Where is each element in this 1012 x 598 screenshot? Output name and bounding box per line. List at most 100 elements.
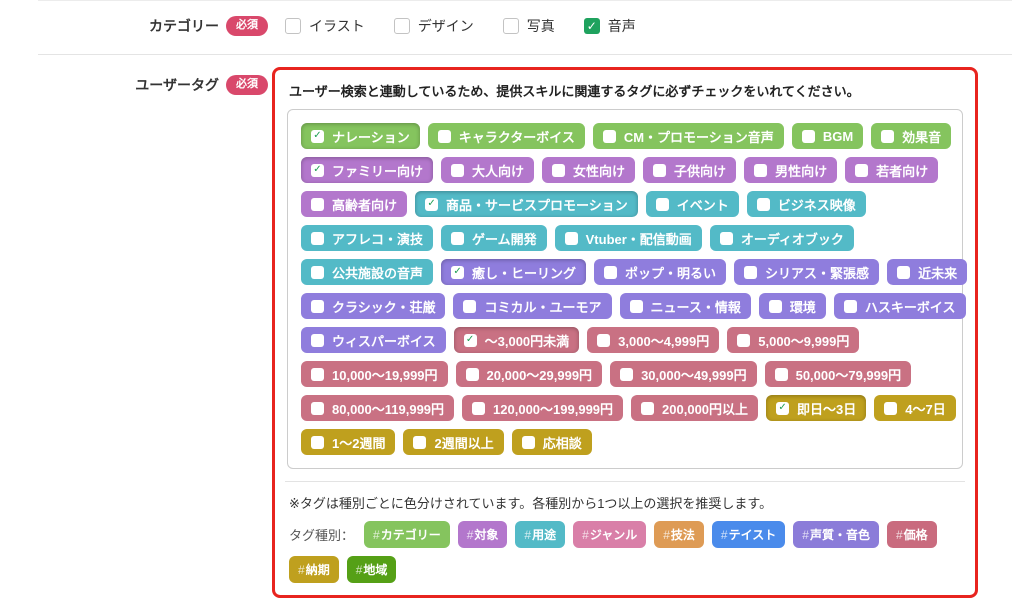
user-tag-panel: ユーザー検索と連動しているため、提供スキルに関連するタグに必ずチェックをいれてく… bbox=[272, 67, 978, 598]
user-tag[interactable]: 30,000～49,999円 bbox=[610, 361, 757, 387]
category-option[interactable]: ✓ 音声 bbox=[583, 16, 636, 36]
user-tag[interactable]: 子供向け bbox=[643, 157, 737, 183]
tag-checkbox-icon bbox=[756, 197, 770, 211]
user-tag[interactable]: 120,000～199,999円 bbox=[462, 395, 624, 421]
user-tag[interactable]: 3,000～4,999円 bbox=[587, 327, 720, 353]
tag-checkbox-icon bbox=[451, 163, 465, 177]
user-tag[interactable]: ウィスパーボイス bbox=[301, 327, 446, 353]
user-tag[interactable]: 公共施設の音声 bbox=[301, 259, 434, 285]
hash-icon: # bbox=[355, 562, 363, 577]
user-tag-label: BGM bbox=[822, 128, 854, 144]
tag-checkbox-icon bbox=[641, 401, 655, 415]
user-tag-label: ポップ・明るい bbox=[625, 265, 717, 281]
user-tag[interactable]: 10,000～19,999円 bbox=[301, 361, 448, 387]
tag-checkbox-icon bbox=[620, 367, 634, 381]
user-tag[interactable]: オーディオブック bbox=[709, 225, 854, 251]
user-tag-label: オーディオブック bbox=[740, 231, 844, 247]
tag-type-chip: # 地域 bbox=[346, 556, 397, 583]
user-tag-label: 即日～3日 bbox=[797, 401, 857, 417]
user-tag[interactable]: BGM bbox=[791, 123, 864, 149]
user-tag[interactable]: 高齢者向け bbox=[301, 191, 408, 217]
user-tag[interactable]: ゲーム開発 bbox=[441, 225, 547, 251]
tag-checkbox-icon bbox=[754, 163, 768, 177]
user-tag[interactable]: 5,000～9,999円 bbox=[727, 327, 860, 353]
hash-icon: # bbox=[524, 527, 532, 542]
user-tag[interactable]: ✓ ナレーション bbox=[301, 123, 420, 149]
user-tag-label: ファミリー向け bbox=[332, 163, 424, 179]
tag-row: 80,000～119,999円 120,000～199,999円 200,000円以… bbox=[301, 395, 956, 421]
user-tag[interactable]: イベント bbox=[645, 191, 739, 217]
tag-checkbox-icon bbox=[629, 299, 643, 313]
user-tag[interactable]: 効果音 bbox=[871, 123, 952, 149]
user-tag[interactable]: ビジネス映像 bbox=[746, 191, 866, 217]
user-tag[interactable]: ハスキーボイス bbox=[833, 293, 966, 319]
tag-checkbox-icon bbox=[602, 129, 616, 143]
user-tag[interactable]: 大人向け bbox=[441, 157, 535, 183]
user-tag[interactable]: 4～7日 bbox=[874, 395, 956, 421]
user-tag-label-cell: ユーザータグ 必須 bbox=[38, 67, 268, 95]
tag-checkbox-icon bbox=[311, 197, 324, 211]
user-tag[interactable]: 80,000～119,999円 bbox=[301, 395, 455, 421]
user-tag-label: イベント bbox=[676, 197, 729, 213]
tag-checkbox-icon bbox=[855, 163, 869, 177]
user-tag-label: 癒し・ヒーリング bbox=[472, 265, 577, 281]
tag-row: 高齢者向け ✓ 商品・サービスプロモーション イベント ビジネス映像 bbox=[301, 191, 949, 217]
user-tag[interactable]: ✓ 癒し・ヒーリング bbox=[441, 259, 587, 285]
tag-checkbox-icon bbox=[521, 435, 535, 449]
tag-checkbox-icon bbox=[653, 163, 667, 177]
user-tag-label: ～3,000円未満 bbox=[484, 333, 570, 349]
instruction-text: ユーザー検索と連動しているため、提供スキルに関連するタグに必ずチェックをいれてく… bbox=[289, 84, 860, 99]
checkbox-icon bbox=[393, 18, 410, 34]
tag-checkbox-icon bbox=[843, 299, 857, 313]
category-label: カテゴリー bbox=[149, 18, 219, 34]
user-tag[interactable]: ✓ ～3,000円未満 bbox=[453, 327, 580, 353]
user-tag[interactable]: ポップ・明るい bbox=[594, 259, 727, 285]
tag-checkbox-icon bbox=[311, 435, 324, 449]
user-tag-label: 若者向け bbox=[876, 163, 929, 179]
user-tag[interactable]: ✓ ファミリー向け bbox=[301, 157, 434, 183]
user-tag[interactable]: 20,000～29,999円 bbox=[455, 361, 603, 387]
user-tag[interactable]: 環境 bbox=[758, 293, 826, 319]
tag-checkbox-icon bbox=[597, 333, 611, 347]
user-tag[interactable]: ✓ 商品・サービスプロモーション bbox=[415, 191, 638, 217]
user-tag[interactable]: Vtuber・配信動画 bbox=[554, 225, 702, 251]
user-tag[interactable]: キャラクターボイス bbox=[427, 123, 585, 149]
user-tag-label: 5,000～9,999円 bbox=[758, 333, 850, 349]
user-tag[interactable]: ✓ 即日～3日 bbox=[766, 395, 867, 421]
tag-checkbox-icon bbox=[801, 129, 815, 143]
user-tag[interactable]: 応相談 bbox=[511, 429, 592, 455]
user-tag-label: 4～7日 bbox=[905, 401, 946, 417]
user-tag-label: コミカル・ユーモア bbox=[484, 299, 602, 315]
user-tag[interactable]: シリアス・緊張感 bbox=[734, 259, 880, 285]
hash-icon: # bbox=[895, 527, 903, 542]
category-option[interactable]: 写真 bbox=[502, 16, 555, 36]
user-tag[interactable]: 2週間以上 bbox=[403, 429, 504, 455]
user-tag[interactable]: ニュース・情報 bbox=[619, 293, 751, 319]
tag-type-chip: # 納期 bbox=[289, 556, 339, 583]
user-tag[interactable]: CM・プロモーション音声 bbox=[592, 123, 784, 149]
user-tag[interactable]: 男性向け bbox=[744, 157, 838, 183]
user-tag[interactable]: 近未来 bbox=[887, 259, 968, 285]
category-option[interactable]: イラスト bbox=[285, 16, 365, 36]
tag-checkbox-icon bbox=[463, 299, 477, 313]
tag-type-chip-label: 価格 bbox=[903, 528, 928, 542]
user-tag[interactable]: 女性向け bbox=[542, 157, 636, 183]
tag-type-chip: # 価格 bbox=[886, 521, 937, 548]
tag-type-chip: # 声質・音色 bbox=[793, 521, 879, 548]
user-tag-label: シリアス・緊張感 bbox=[765, 265, 870, 281]
user-tag-label: ニュース・情報 bbox=[650, 299, 741, 315]
tag-row: 公共施設の音声 ✓ 癒し・ヒーリング ポップ・明るい シリアス・緊張感 近未来 bbox=[301, 259, 968, 285]
user-tag[interactable]: 若者向け bbox=[845, 157, 939, 183]
user-tag[interactable]: クラシック・荘厳 bbox=[301, 293, 446, 319]
user-tag[interactable]: 1～2週間 bbox=[301, 429, 396, 455]
user-tag-label: 子供向け bbox=[674, 163, 727, 179]
category-option[interactable]: デザイン bbox=[393, 16, 474, 36]
user-tag-label: 大人向け bbox=[472, 163, 525, 179]
tag-checkbox-icon bbox=[413, 435, 427, 449]
user-tag[interactable]: アフレコ・演技 bbox=[301, 225, 434, 251]
user-tag-label: キャラクターボイス bbox=[458, 129, 575, 145]
user-tag[interactable]: 200,000円以上 bbox=[631, 395, 759, 421]
user-tag[interactable]: 50,000～79,999円 bbox=[764, 361, 912, 387]
user-tag[interactable]: コミカル・ユーモア bbox=[453, 293, 612, 319]
tag-type-chip-label: 声質・音色 bbox=[809, 528, 870, 542]
